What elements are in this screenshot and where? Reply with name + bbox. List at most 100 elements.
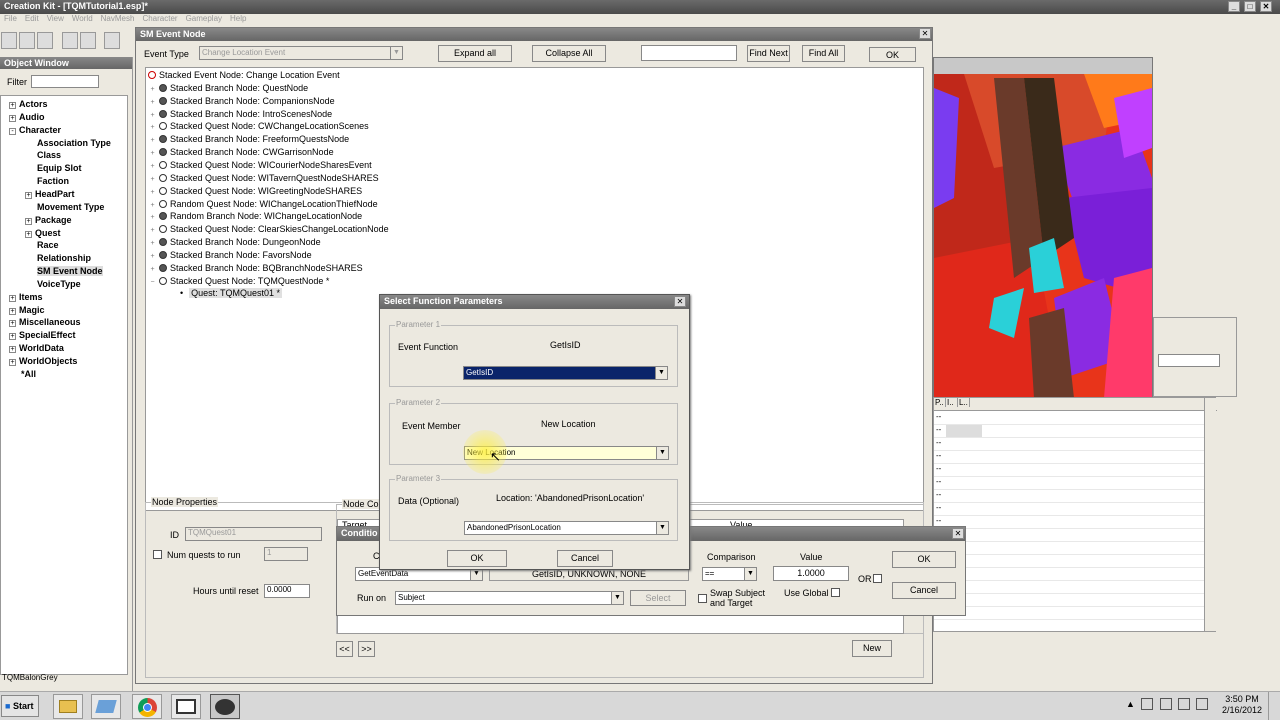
run-on-select[interactable]: Subject ▼ xyxy=(395,591,624,605)
expand-icon[interactable]: + xyxy=(149,112,156,120)
event-node[interactable]: + Stacked Quest Node: WIGreetingNodeSHARE… xyxy=(149,185,362,197)
expand-icon[interactable]: + xyxy=(149,86,156,94)
swap-checkbox[interactable] xyxy=(698,594,707,603)
find-all-button[interactable]: Find All xyxy=(802,45,845,62)
menu-item[interactable]: NavMesh xyxy=(101,14,135,23)
comparison-select[interactable]: == ▼ xyxy=(702,567,757,581)
expand-icon[interactable]: + xyxy=(9,102,16,109)
event-type-select[interactable]: Change Location Event ▼ xyxy=(199,46,403,60)
maximize-icon[interactable]: □ xyxy=(1244,1,1256,12)
volume-icon[interactable] xyxy=(1196,698,1208,710)
object-tree[interactable]: + Actors + Audio - Character Association Type C… xyxy=(0,95,128,675)
expand-icon[interactable]: + xyxy=(149,163,156,171)
right-list-row[interactable]: -- xyxy=(934,503,1204,516)
right-list-row[interactable]: -- xyxy=(934,425,1204,438)
event-node[interactable]: + Stacked Branch Node: FavorsNode xyxy=(149,249,312,261)
tree-item[interactable]: + Magic xyxy=(9,304,45,316)
expand-icon[interactable]: + xyxy=(9,359,16,366)
expand-icon[interactable]: + xyxy=(149,176,156,184)
flag-icon[interactable] xyxy=(1141,698,1153,710)
right-list-row[interactable]: -- xyxy=(934,555,1204,568)
close-icon[interactable]: ✕ xyxy=(952,528,964,539)
event-node[interactable]: Stacked Event Node: Change Location Even… xyxy=(148,69,340,81)
menu-item[interactable]: World xyxy=(72,14,93,23)
file-explorer-icon[interactable] xyxy=(53,694,83,719)
undo-icon[interactable] xyxy=(62,32,78,49)
creation-kit-icon[interactable] xyxy=(210,694,240,719)
right-list-row[interactable]: -- xyxy=(934,516,1204,529)
show-desktop-button[interactable] xyxy=(1268,692,1280,720)
expand-icon[interactable]: + xyxy=(25,217,32,225)
right-list-row[interactable]: -- xyxy=(934,568,1204,581)
num-quests-checkbox[interactable] xyxy=(153,550,162,559)
expand-icon[interactable]: + xyxy=(25,191,32,199)
close-icon[interactable]: ✕ xyxy=(919,28,931,39)
start-button[interactable]: ■ Start xyxy=(1,695,39,717)
expand-icon[interactable]: + xyxy=(9,346,16,354)
tray-arrow-icon[interactable]: ▲ xyxy=(1126,699,1135,709)
tree-item[interactable]: *All xyxy=(21,368,36,380)
save-icon[interactable] xyxy=(19,32,35,49)
next-button[interactable]: >> xyxy=(358,641,375,657)
tree-item[interactable]: Race xyxy=(37,239,59,251)
expand-icon[interactable]: + xyxy=(9,294,16,302)
right-list-column-header[interactable]: I.. xyxy=(946,398,958,407)
expand-icon[interactable]: + xyxy=(149,124,156,133)
event-node[interactable]: + Random Branch Node: WIChangeLocationNod… xyxy=(149,210,362,223)
find-input[interactable] xyxy=(641,45,737,61)
select-button[interactable]: Select xyxy=(630,590,686,606)
num-quests-input[interactable]: 1 xyxy=(264,547,308,561)
id-input[interactable]: TQMQuest01 xyxy=(185,527,322,541)
right-list-row[interactable]: -- xyxy=(934,542,1204,555)
expand-all-button[interactable]: Expand all xyxy=(438,45,512,62)
menu-item[interactable]: Help xyxy=(230,14,246,23)
right-list-row[interactable]: -- xyxy=(934,581,1204,594)
tree-item[interactable]: + Actors xyxy=(9,98,48,110)
new-button[interactable]: New xyxy=(852,640,892,657)
right-list-row[interactable]: -- xyxy=(934,477,1204,490)
tree-item[interactable]: + Audio xyxy=(9,111,45,123)
close-icon[interactable]: ✕ xyxy=(674,296,686,307)
right-list[interactable]: P..I..L.. ------------------------------… xyxy=(933,397,1217,632)
expand-icon[interactable]: + xyxy=(149,227,156,236)
collapse-icon[interactable]: - xyxy=(9,127,16,135)
event-node[interactable]: + Stacked Branch Node: QuestNode xyxy=(149,82,308,94)
render-window-icon[interactable] xyxy=(104,32,120,49)
tree-item[interactable]: Faction xyxy=(37,175,69,187)
expand-icon[interactable]: + xyxy=(149,189,156,197)
expand-icon[interactable]: + xyxy=(149,214,156,223)
tree-item[interactable]: + Quest xyxy=(25,227,61,239)
chrome-icon[interactable] xyxy=(132,694,162,719)
event-node[interactable]: + Stacked Branch Node: IntroScenesNode xyxy=(149,108,332,120)
tree-item[interactable]: + WorldObjects xyxy=(9,355,77,367)
right-list-row[interactable]: -- xyxy=(934,594,1204,607)
expand-icon[interactable]: + xyxy=(25,230,32,238)
minimize-icon[interactable]: _ xyxy=(1228,1,1240,12)
menu-item[interactable]: File xyxy=(4,14,17,23)
tree-item[interactable]: + HeadPart xyxy=(25,188,75,200)
ok-button[interactable]: OK xyxy=(869,47,916,62)
tree-item[interactable]: + WorldData xyxy=(9,342,64,354)
event-node[interactable]: + Stacked Branch Node: CWGarrisonNode xyxy=(149,146,334,159)
right-list-row[interactable]: -- xyxy=(934,438,1204,451)
event-node[interactable]: + Stacked Quest Node: ClearSkiesChangeLoc… xyxy=(149,223,389,236)
tree-item[interactable]: Association Type xyxy=(37,137,111,149)
event-node[interactable]: + Stacked Quest Node: WICourierNodeShares… xyxy=(149,159,372,171)
condition-cancel-button[interactable]: Cancel xyxy=(892,582,956,599)
condition-ok-button[interactable]: OK xyxy=(892,551,956,568)
menu-item[interactable]: View xyxy=(47,14,64,23)
event-node[interactable]: + Stacked Branch Node: FreeformQuestsNode xyxy=(149,133,349,146)
right-list-row[interactable]: -- xyxy=(934,464,1204,477)
hours-input[interactable]: 0.0000 xyxy=(264,584,310,598)
event-function-select[interactable]: GetIsID ▼ xyxy=(463,366,668,380)
tree-item[interactable]: + Miscellaneous xyxy=(9,316,81,328)
tree-item[interactable]: + Package xyxy=(25,214,72,226)
param-ok-button[interactable]: OK xyxy=(447,550,507,567)
tree-item[interactable]: + Items xyxy=(9,291,43,303)
expand-icon[interactable]: + xyxy=(149,266,156,274)
param-cancel-button[interactable]: Cancel xyxy=(557,550,613,567)
value-input[interactable]: 1.0000 xyxy=(773,566,849,581)
filter-input[interactable] xyxy=(31,75,99,88)
tree-item[interactable]: Class xyxy=(37,149,61,161)
render-window[interactable] xyxy=(933,57,1153,398)
